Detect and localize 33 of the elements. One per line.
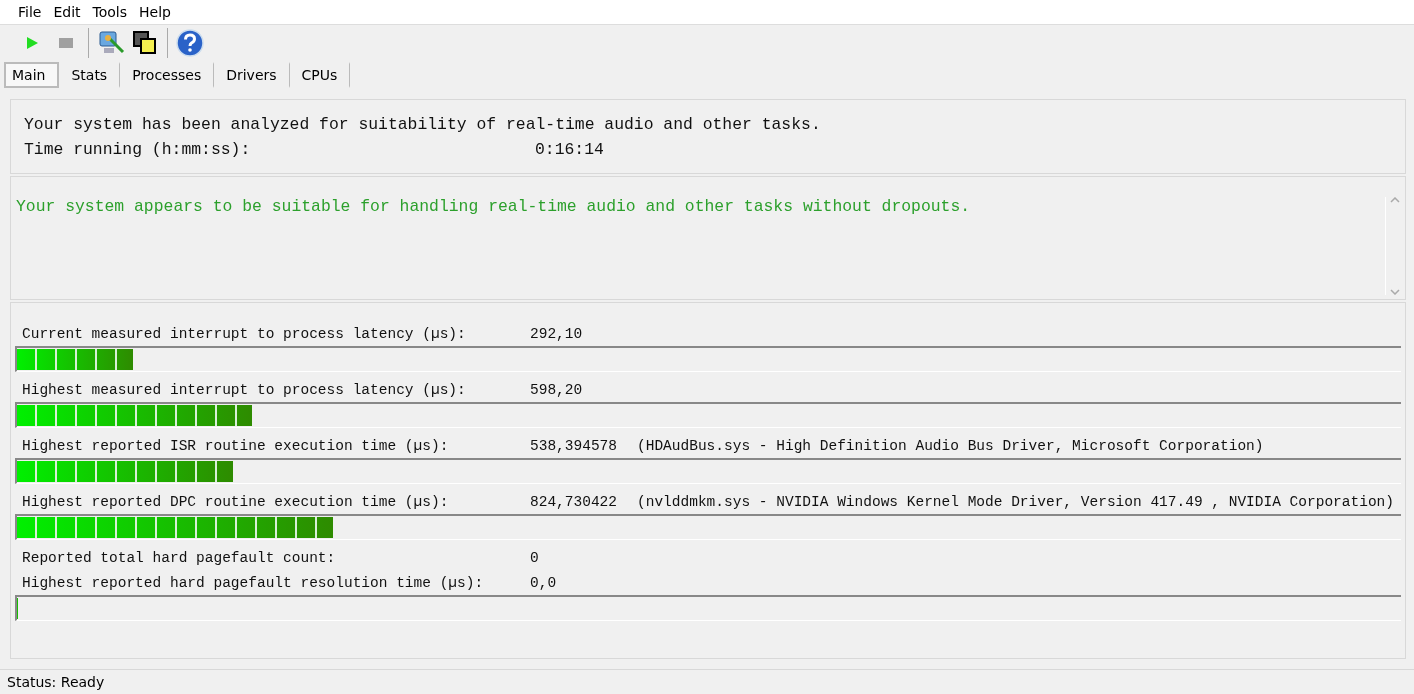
tab[interactable]: Main <box>4 62 60 88</box>
tab[interactable]: Stats <box>63 62 121 88</box>
measurement-label: Reported total hard pagefault count: <box>22 549 337 566</box>
measurement-value: 824,730422 <box>530 493 618 510</box>
measurement-value: 538,394578 <box>530 437 618 454</box>
measurement-label: Highest reported DPC routine execution time (µs): <box>22 493 450 510</box>
help-icon[interactable] <box>176 29 204 57</box>
measurement-label: Highest reported hard pagefault resolution time (µs): <box>22 574 485 591</box>
monitor-icon[interactable] <box>97 30 125 56</box>
driver-detail: (HDAudBus.sys - High Definition Audio Bus Driver, Microsoft Corporation) <box>637 437 1264 454</box>
menu-item[interactable]: Edit <box>47 4 87 20</box>
tab[interactable]: CPUs <box>293 62 351 88</box>
status-bar: Status: Ready <box>0 669 1414 694</box>
time-running-label: Time running (h:mm:ss): <box>24 139 252 159</box>
driver-detail: (nvlddmkm.sys - NVIDIA Windows Kernel Mode Driver, Version 417.49 , NVIDIA Corporation) <box>637 493 1395 510</box>
measurement-value: 598,20 <box>530 381 584 398</box>
measurement-value: 0 <box>530 549 540 566</box>
play-icon[interactable] <box>24 35 40 51</box>
measurement-value: 292,10 <box>530 325 584 342</box>
menu-item[interactable]: Help <box>133 4 177 20</box>
menu-item[interactable]: File <box>12 4 48 20</box>
menu-item[interactable]: Tools <box>86 4 134 20</box>
measurement-label: Highest measured interrupt to process latency (µs): <box>22 381 467 398</box>
scrollbar[interactable] <box>1385 197 1403 295</box>
tab[interactable]: Drivers <box>218 62 290 88</box>
tab[interactable]: Processes <box>124 62 215 88</box>
measurement-value: 0,0 <box>530 574 558 591</box>
verdict-message: Your system appears to be suitable for handling real-time audio and other tasks without dropouts. <box>16 197 971 218</box>
measurement-label: Highest reported ISR routine execution time (µs): <box>22 437 450 454</box>
measurement-label: Current measured interrupt to process latency (µs): <box>22 325 467 342</box>
analysis-message: Your system has been analyzed for suitability of real-time audio and other tasks. <box>24 114 822 134</box>
windows-icon[interactable] <box>132 30 158 56</box>
time-running-value: 0:16:14 <box>535 139 604 159</box>
